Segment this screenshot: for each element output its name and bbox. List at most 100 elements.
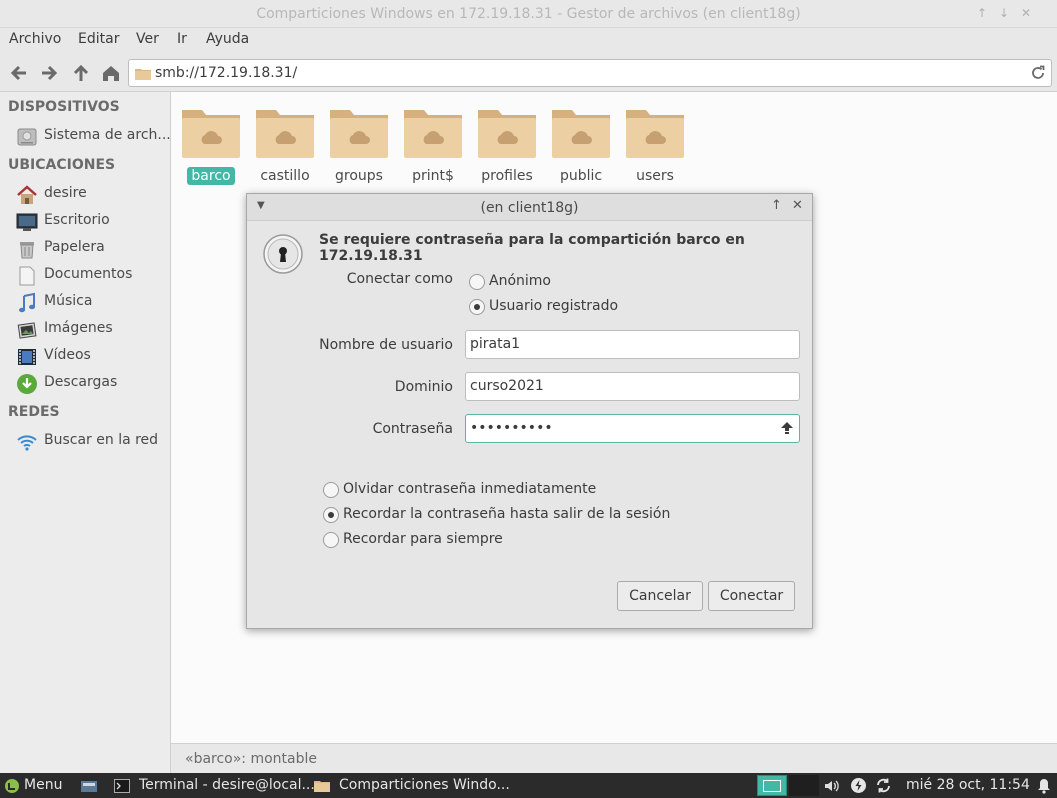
- folder-icon: [478, 110, 536, 158]
- folder-icon: [552, 110, 610, 158]
- up-icon[interactable]: [70, 62, 92, 84]
- sidebar-header-places: UBICACIONES: [8, 157, 116, 173]
- share-name: profiles: [481, 168, 533, 184]
- pictures-icon: [16, 319, 38, 341]
- username-label: Nombre de usuario: [319, 337, 453, 353]
- sidebar-item-videos[interactable]: Vídeos: [0, 343, 170, 369]
- folder-icon: [256, 110, 314, 158]
- folder-icon: [626, 110, 684, 158]
- menu-logo-icon: [4, 778, 20, 798]
- sidebar-item-network[interactable]: Buscar en la red: [0, 428, 170, 454]
- lock-icon: [263, 234, 303, 274]
- file-manager-launcher-icon[interactable]: [80, 779, 98, 797]
- sidebar-item-label: Papelera: [44, 239, 105, 255]
- cancel-button[interactable]: Cancelar: [617, 581, 703, 611]
- folder-icon: [182, 110, 240, 158]
- window-maximize-button[interactable]: ↑: [974, 5, 990, 21]
- taskbar-terminal-window[interactable]: Terminal - desire@local...: [139, 777, 315, 793]
- username-value: pirata1: [470, 336, 521, 352]
- menu-ver[interactable]: Ver: [136, 31, 159, 47]
- clock[interactable]: mié 28 oct, 11:54: [906, 777, 1030, 793]
- sidebar-item-label: desire: [44, 185, 87, 201]
- sidebar-item-label: Vídeos: [44, 347, 91, 363]
- forward-icon[interactable]: [38, 62, 60, 84]
- window-close-button[interactable]: ✕: [1018, 5, 1034, 21]
- share-folder-groups[interactable]: groups: [324, 106, 394, 192]
- hard-disk-icon: [16, 126, 38, 148]
- password-label: Contraseña: [372, 421, 453, 437]
- home-icon[interactable]: [100, 62, 122, 84]
- radio-circle: [323, 532, 339, 548]
- radio-circle: [323, 507, 339, 523]
- sidebar-item-documentos[interactable]: Documentos: [0, 262, 170, 288]
- password-field[interactable]: ••••••••••: [465, 414, 800, 443]
- sidebar-item-escritorio[interactable]: Escritorio: [0, 208, 170, 234]
- sidebar-item-label: Sistema de arch...: [44, 127, 171, 143]
- caps-lock-icon: [780, 421, 794, 439]
- statusbar: «barco»: montable: [171, 743, 1057, 773]
- share-folder-users[interactable]: users: [620, 106, 690, 192]
- username-field[interactable]: pirata1: [465, 330, 800, 359]
- domain-label: Dominio: [394, 379, 453, 395]
- music-icon: [16, 292, 38, 314]
- sidebar-item-label: Imágenes: [44, 320, 113, 336]
- notification-bell-icon[interactable]: [1037, 778, 1051, 798]
- share-folder-castillo[interactable]: castillo: [250, 106, 320, 192]
- sidebar-header-network: REDES: [8, 404, 60, 420]
- sidebar-item-papelera[interactable]: Papelera: [0, 235, 170, 261]
- share-folder-barco[interactable]: barco: [176, 106, 246, 192]
- window-minimize-button[interactable]: ↓: [996, 5, 1012, 21]
- dialog-maximize-button[interactable]: ↑: [771, 198, 782, 213]
- password-dialog: ▼ (en client18g) ↑ ✕ Se requiere contras…: [246, 193, 813, 629]
- sidebar-header-devices: DISPOSITIVOS: [8, 99, 120, 115]
- sync-icon[interactable]: [875, 777, 892, 798]
- folder-icon: [404, 110, 462, 158]
- menu-ir[interactable]: Ir: [177, 31, 187, 47]
- radio-label: Olvidar contraseña inmediatamente: [343, 481, 597, 497]
- radio-circle: [469, 299, 485, 315]
- share-folder-profiles[interactable]: profiles: [472, 106, 542, 192]
- sidebar-item-imagenes[interactable]: Imágenes: [0, 316, 170, 342]
- radio-circle: [323, 482, 339, 498]
- workspace-2[interactable]: [789, 775, 819, 796]
- radio-label: Recordar la contraseña hasta salir de la…: [343, 506, 671, 522]
- sidebar-item-label: Descargas: [44, 374, 118, 390]
- share-name: barco: [176, 167, 246, 185]
- home-icon: [16, 184, 38, 206]
- connect-button[interactable]: Conectar: [708, 581, 795, 611]
- sidebar-item-filesystem[interactable]: Sistema de arch...: [0, 123, 171, 149]
- share-folder-print[interactable]: print$: [398, 106, 468, 192]
- sidebar-item-descargas[interactable]: Descargas: [0, 370, 170, 396]
- window-title: Comparticiones Windows en 172.19.18.31 -…: [256, 6, 801, 22]
- download-icon: [16, 373, 38, 395]
- sidebar-item-desire[interactable]: desire: [0, 181, 170, 207]
- terminal-icon: [114, 778, 130, 798]
- workspace-switcher[interactable]: [757, 775, 787, 796]
- folder-icon: [314, 779, 330, 797]
- share-folder-public[interactable]: public: [546, 106, 616, 192]
- radio-label: Anónimo: [489, 273, 551, 289]
- sidebar-item-label: Música: [44, 293, 93, 309]
- dialog-close-button[interactable]: ✕: [792, 198, 803, 213]
- domain-field[interactable]: curso2021: [465, 372, 800, 401]
- sidebar-item-label: Buscar en la red: [44, 432, 159, 448]
- share-name: print$: [412, 168, 454, 184]
- menu-archivo[interactable]: Archivo: [9, 31, 61, 47]
- connect-as-label: Conectar como: [346, 271, 453, 287]
- share-name: public: [559, 168, 603, 184]
- taskbar-file-manager-window[interactable]: Comparticiones Windo...: [339, 777, 510, 793]
- dialog-message: Se requiere contraseña para la compartic…: [319, 232, 745, 264]
- share-name: users: [636, 168, 674, 184]
- wifi-icon: [16, 431, 38, 453]
- location-bar[interactable]: smb://172.19.18.31/: [128, 59, 1052, 87]
- document-icon: [16, 265, 38, 287]
- power-icon[interactable]: [850, 777, 867, 798]
- menu-editar[interactable]: Editar: [78, 31, 119, 47]
- radio-circle: [469, 274, 485, 290]
- taskbar-menu-button[interactable]: Menu: [24, 777, 62, 793]
- back-icon[interactable]: [8, 62, 30, 84]
- volume-icon[interactable]: [823, 778, 839, 798]
- reload-icon[interactable]: [1029, 64, 1047, 86]
- menu-ayuda[interactable]: Ayuda: [206, 31, 249, 47]
- sidebar-item-musica[interactable]: Música: [0, 289, 170, 315]
